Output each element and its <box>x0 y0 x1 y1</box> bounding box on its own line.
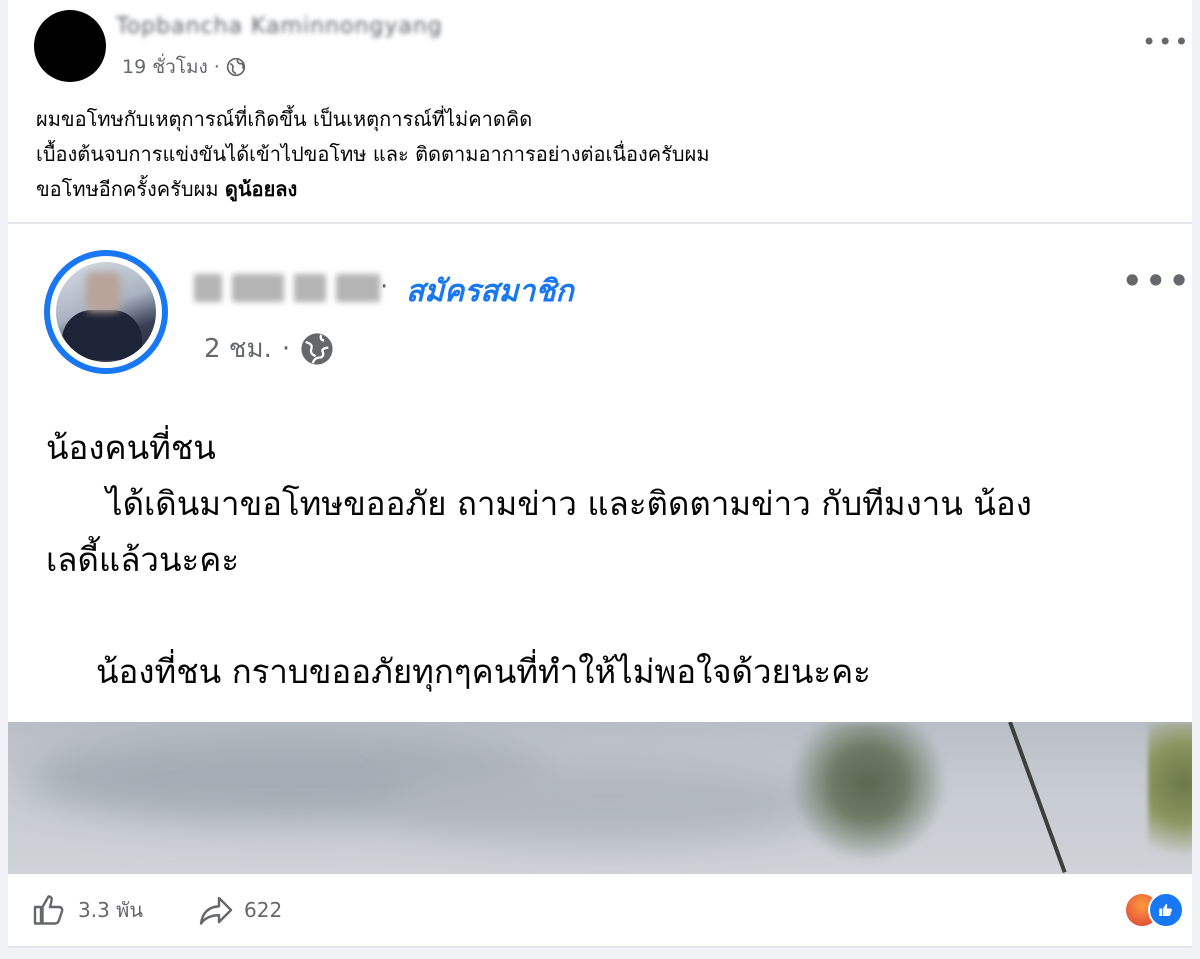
avatar-face-blurred <box>86 272 120 312</box>
share-arrow-icon <box>199 896 233 925</box>
like-count: 3.3 พัน <box>78 898 144 922</box>
like-reaction-icon <box>1148 892 1184 928</box>
thumbs-up-icon <box>1159 904 1172 916</box>
author-name[interactable]: Topbancha Kaminnongyang <box>116 14 443 39</box>
author-avatar[interactable] <box>34 10 106 82</box>
body-line: ได้เดินมาขอโทษขออภัย ถามข่าว และติดตามข่… <box>106 484 1032 523</box>
shared-post: · สมัครสมาชิก ••• 2 ชม. · น้องคนที่ชน ได… <box>8 222 1192 874</box>
avatar-photo <box>56 262 156 362</box>
shared-post-body: น้องคนที่ชน ได้เดินมาขอโทษขออภัย ถามข่าว… <box>46 420 1186 700</box>
shared-author-name-blurred <box>194 274 380 302</box>
post-caption: ผมขอโทษกับเหตุการณ์ที่เกิดขึ้น เป็นเหตุก… <box>36 102 710 207</box>
body-line: น้องที่ชน กราบขออภัยทุกๆคนที่ทำให้ไม่พอใ… <box>96 652 871 691</box>
shared-post-meta: 2 ชม. · <box>204 328 334 369</box>
join-link[interactable]: สมัครสมาชิก <box>406 268 574 315</box>
share-button[interactable]: 622 <box>198 892 282 928</box>
post-card: Topbancha Kaminnongyang 19 ชั่วโมง · •••… <box>8 0 1192 222</box>
globe-icon <box>301 332 333 365</box>
photo-cloud <box>388 762 828 842</box>
more-options-icon[interactable]: ••• <box>1142 28 1190 56</box>
caption-line: ขอโทษอีกครั้งครับผม ดูน้อยลง <box>36 172 710 207</box>
name-separator: · <box>380 272 389 302</box>
thumbs-up-icon <box>33 895 64 925</box>
caption-line: ผมขอโทษกับเหตุการณ์ที่เกิดขึ้น เป็นเหตุก… <box>36 107 533 131</box>
post-time[interactable]: 19 ชั่วโมง <box>122 52 208 82</box>
share-count: 622 <box>244 898 283 922</box>
body-line: น้องคนที่ชน <box>46 428 216 467</box>
caption-line-text: ขอโทษอีกครั้งครับผม <box>36 177 219 201</box>
reaction-summary[interactable] <box>1124 892 1188 928</box>
post-meta: 19 ชั่วโมง · <box>122 52 246 82</box>
like-button[interactable]: 3.3 พัน <box>32 892 143 928</box>
meta-separator: · <box>281 333 291 364</box>
meta-separator: · <box>213 56 220 78</box>
action-bar: 3.3 พัน 622 <box>8 874 1192 948</box>
shared-post-time[interactable]: 2 ชม. <box>204 328 272 369</box>
body-line: เลดี้แล้วนะคะ <box>46 540 240 579</box>
avatar-figure <box>62 310 142 360</box>
more-options-icon[interactable]: ••• <box>1122 262 1192 300</box>
caption-line: เบื้องต้นจบการแข่งขันได้เข้าไปขอโทษ และ … <box>36 142 710 166</box>
photo-tree <box>1148 722 1192 874</box>
shared-author-avatar[interactable] <box>44 250 168 374</box>
post-photo[interactable] <box>8 722 1192 874</box>
photo-pole <box>1008 722 1067 874</box>
photo-tree <box>788 722 948 874</box>
see-less-link[interactable]: ดูน้อยลง <box>225 177 297 201</box>
globe-icon <box>226 57 246 77</box>
